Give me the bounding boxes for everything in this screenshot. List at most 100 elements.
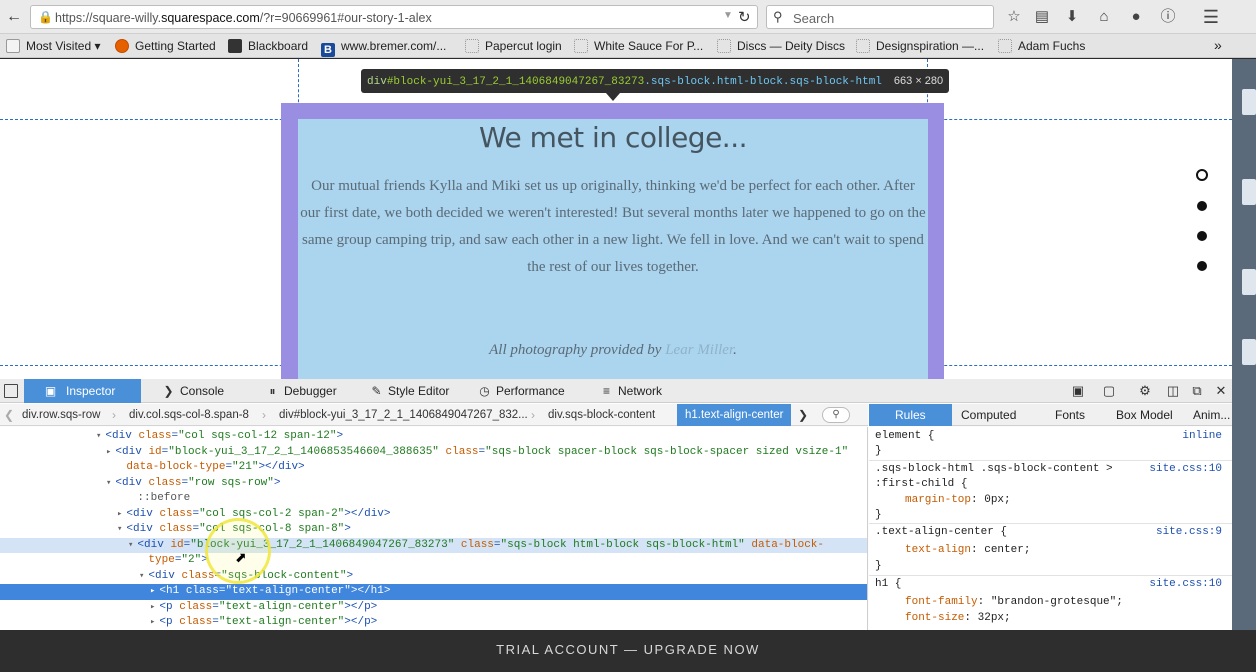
rules-view[interactable]: element {inline } .sqs-block-html .sqs-b…: [869, 427, 1232, 630]
rule-source[interactable]: inline: [1182, 429, 1222, 445]
twisty-icon[interactable]: ▸: [150, 586, 155, 596]
twisty-icon[interactable]: ▸: [150, 602, 155, 612]
download-icon[interactable]: ⬇: [1062, 7, 1082, 27]
split-console-icon[interactable]: ▣: [1071, 384, 1085, 398]
markup-node[interactable]: ▾ <div id="block-yui_3_17_2_1_14068490472…: [0, 537, 867, 553]
section-dot[interactable]: [1197, 201, 1207, 211]
tab-rules[interactable]: Rules: [869, 404, 952, 426]
section-dot[interactable]: [1197, 261, 1207, 271]
markup-view[interactable]: ▾ <div class="col sqs-col-12 span-12"> ▸ <d…: [0, 427, 868, 630]
twisty-icon[interactable]: ▾: [117, 524, 122, 534]
page-icon: [465, 39, 479, 53]
window-thumb: [1242, 269, 1256, 295]
markup-node[interactable]: ▾ <div class="row sqs-row">: [0, 476, 867, 492]
markup-node[interactable]: ::before: [0, 491, 867, 507]
url-bar[interactable]: 🔒 https://square-willy.squarespace.com/?…: [30, 5, 758, 29]
markup-node[interactable]: data-block-type="21"></div>: [0, 460, 867, 476]
tab-style-editor[interactable]: ✎ Style Editor: [370, 379, 449, 403]
bookmarks-bar: Most Visited ▾ Getting Started Blackboar…: [0, 34, 1256, 58]
tab-console[interactable]: ❯ Console: [162, 379, 224, 403]
breadcrumb-item[interactable]: div.col.sqs-col-8.span-8: [129, 404, 249, 426]
rule-source[interactable]: site.css:10: [1149, 462, 1222, 478]
twisty-icon[interactable]: ▾: [128, 540, 133, 550]
element-picker-icon[interactable]: [4, 384, 18, 398]
info-icon[interactable]: ⓘ: [1158, 7, 1178, 27]
search-input[interactable]: ⚲ Search: [766, 5, 994, 29]
rule-divider: [869, 523, 1232, 524]
dock-side-icon[interactable]: ◫: [1166, 384, 1180, 398]
back-arrow-icon[interactable]: ←: [4, 7, 24, 27]
tab-box-model[interactable]: Box Model: [1108, 404, 1181, 426]
tab-debugger[interactable]: ⏸ Debugger: [266, 379, 336, 403]
bookmark-most-visited[interactable]: Most Visited ▾: [6, 39, 101, 53]
rule-declaration[interactable]: font-size: 32px;: [905, 611, 1232, 627]
rule-selector: h1 {site.css:10: [875, 577, 1225, 593]
bookmark-white-sauce[interactable]: White Sauce For P...: [574, 39, 703, 53]
chat-icon[interactable]: ●: [1126, 7, 1146, 27]
twisty-icon[interactable]: ▸: [117, 509, 122, 519]
responsive-icon[interactable]: ▢: [1102, 384, 1116, 398]
breadcrumb-scroll-right-icon[interactable]: ❯: [798, 404, 808, 426]
home-icon[interactable]: ⌂: [1094, 7, 1114, 27]
twisty-icon[interactable]: ▾: [139, 571, 144, 581]
tab-performance[interactable]: ◷ Performance: [478, 379, 564, 403]
rule-declaration[interactable]: margin-top: 0px;: [905, 493, 1232, 509]
rule-source[interactable]: site.css:9: [1156, 525, 1222, 541]
markup-node[interactable]: ▸ <div class="col sqs-col-2 span-2"></div…: [0, 507, 867, 523]
tab-fonts[interactable]: Fonts: [1047, 404, 1093, 426]
twisty-icon[interactable]: ▸: [150, 617, 155, 627]
tab-computed[interactable]: Computed: [953, 404, 1024, 426]
breadcrumb-item[interactable]: div.row.sqs-row: [22, 404, 100, 426]
twisty-icon[interactable]: [117, 462, 122, 472]
bookmark-star-icon[interactable]: ☆: [1004, 7, 1024, 27]
markup-node[interactable]: ▾ <div class="col sqs-col-12 span-12">: [0, 429, 867, 445]
twisty-icon[interactable]: ▸: [106, 447, 111, 457]
twisty-icon[interactable]: ▾: [96, 431, 101, 441]
markup-node[interactable]: ▾ <div class="col sqs-col-8 span-8">: [0, 522, 867, 538]
twisty-icon[interactable]: [128, 493, 133, 503]
rule-divider: [869, 575, 1232, 576]
markup-node[interactable]: type="2">: [0, 553, 867, 569]
markup-node[interactable]: ▸ <p class="text-align-center"></p>: [0, 615, 867, 630]
markup-node[interactable]: ▾ <div class="sqs-block-content">: [0, 569, 867, 585]
credit-link[interactable]: Lear Miller: [665, 342, 733, 358]
url-dropdown-icon[interactable]: ▼: [723, 10, 733, 21]
trial-banner[interactable]: TRIAL ACCOUNT — UPGRADE NOW: [0, 630, 1256, 672]
markup-node[interactable]: ▸ <div id="block-yui_3_17_2_1_14068535466…: [0, 445, 867, 461]
section-dot[interactable]: [1197, 231, 1207, 241]
rule-declaration[interactable]: text-align: center;: [905, 543, 1232, 559]
settings-gear-icon[interactable]: ⚙: [1138, 384, 1152, 398]
tab-network[interactable]: ≡ Network: [600, 379, 662, 403]
inspector-tooltip: div#block-yui_3_17_2_1_1406849047267_832…: [361, 69, 950, 93]
bookmarks-overflow-icon[interactable]: »: [1214, 37, 1222, 53]
undock-icon[interactable]: ⧉: [1190, 384, 1204, 398]
breadcrumb-item[interactable]: div.sqs-block-content: [548, 404, 655, 426]
reload-icon[interactable]: ↻: [738, 8, 751, 26]
rule-source[interactable]: site.css:10: [1149, 577, 1222, 593]
breadcrumb-scroll-left-icon[interactable]: ❮: [4, 404, 14, 426]
tab-inspector[interactable]: ▣ Inspector: [24, 379, 142, 403]
close-icon[interactable]: ✕: [1214, 384, 1228, 398]
bookmark-discs[interactable]: Discs — Deity Discs: [717, 39, 845, 53]
bookmark-designspiration[interactable]: Designspiration —...: [856, 39, 984, 53]
rule-declaration[interactable]: font-family: "brandon-grotesque";: [905, 595, 1232, 611]
photo-credit: All photography provided by Lear Miller.: [489, 342, 737, 358]
markup-code: <div class="col sqs-col-2 span-2"></div>: [126, 507, 391, 520]
markup-search-icon[interactable]: ⚲: [822, 407, 850, 423]
bookmark-papercut[interactable]: Papercut login: [465, 39, 562, 53]
bookmark-adam-fuchs[interactable]: Adam Fuchs: [998, 39, 1085, 53]
bookmark-getting-started[interactable]: Getting Started: [115, 39, 216, 53]
bookmark-bremer[interactable]: Bwww.bremer.com/...: [321, 39, 446, 57]
bookmark-blackboard[interactable]: Blackboard: [228, 39, 308, 53]
breadcrumb-item[interactable]: div#block-yui_3_17_2_1_1406849047267_832…: [279, 404, 528, 426]
menu-icon[interactable]: ☰: [1201, 7, 1221, 27]
breadcrumb-item-active[interactable]: h1.text-align-center: [677, 404, 792, 426]
reading-list-icon[interactable]: ▤: [1032, 7, 1052, 27]
twisty-icon[interactable]: [139, 555, 144, 565]
markup-node[interactable]: ▸ <p class="text-align-center"></p>: [0, 600, 867, 616]
twisty-icon[interactable]: ▾: [106, 478, 111, 488]
tab-animations[interactable]: Anim...: [1185, 404, 1238, 426]
page-viewport: We met in college... Our mutual friends …: [0, 59, 1232, 379]
markup-node-selected[interactable]: ▸ <h1 class="text-align-center"></h1>: [0, 584, 867, 600]
section-dot-active[interactable]: [1196, 169, 1208, 181]
